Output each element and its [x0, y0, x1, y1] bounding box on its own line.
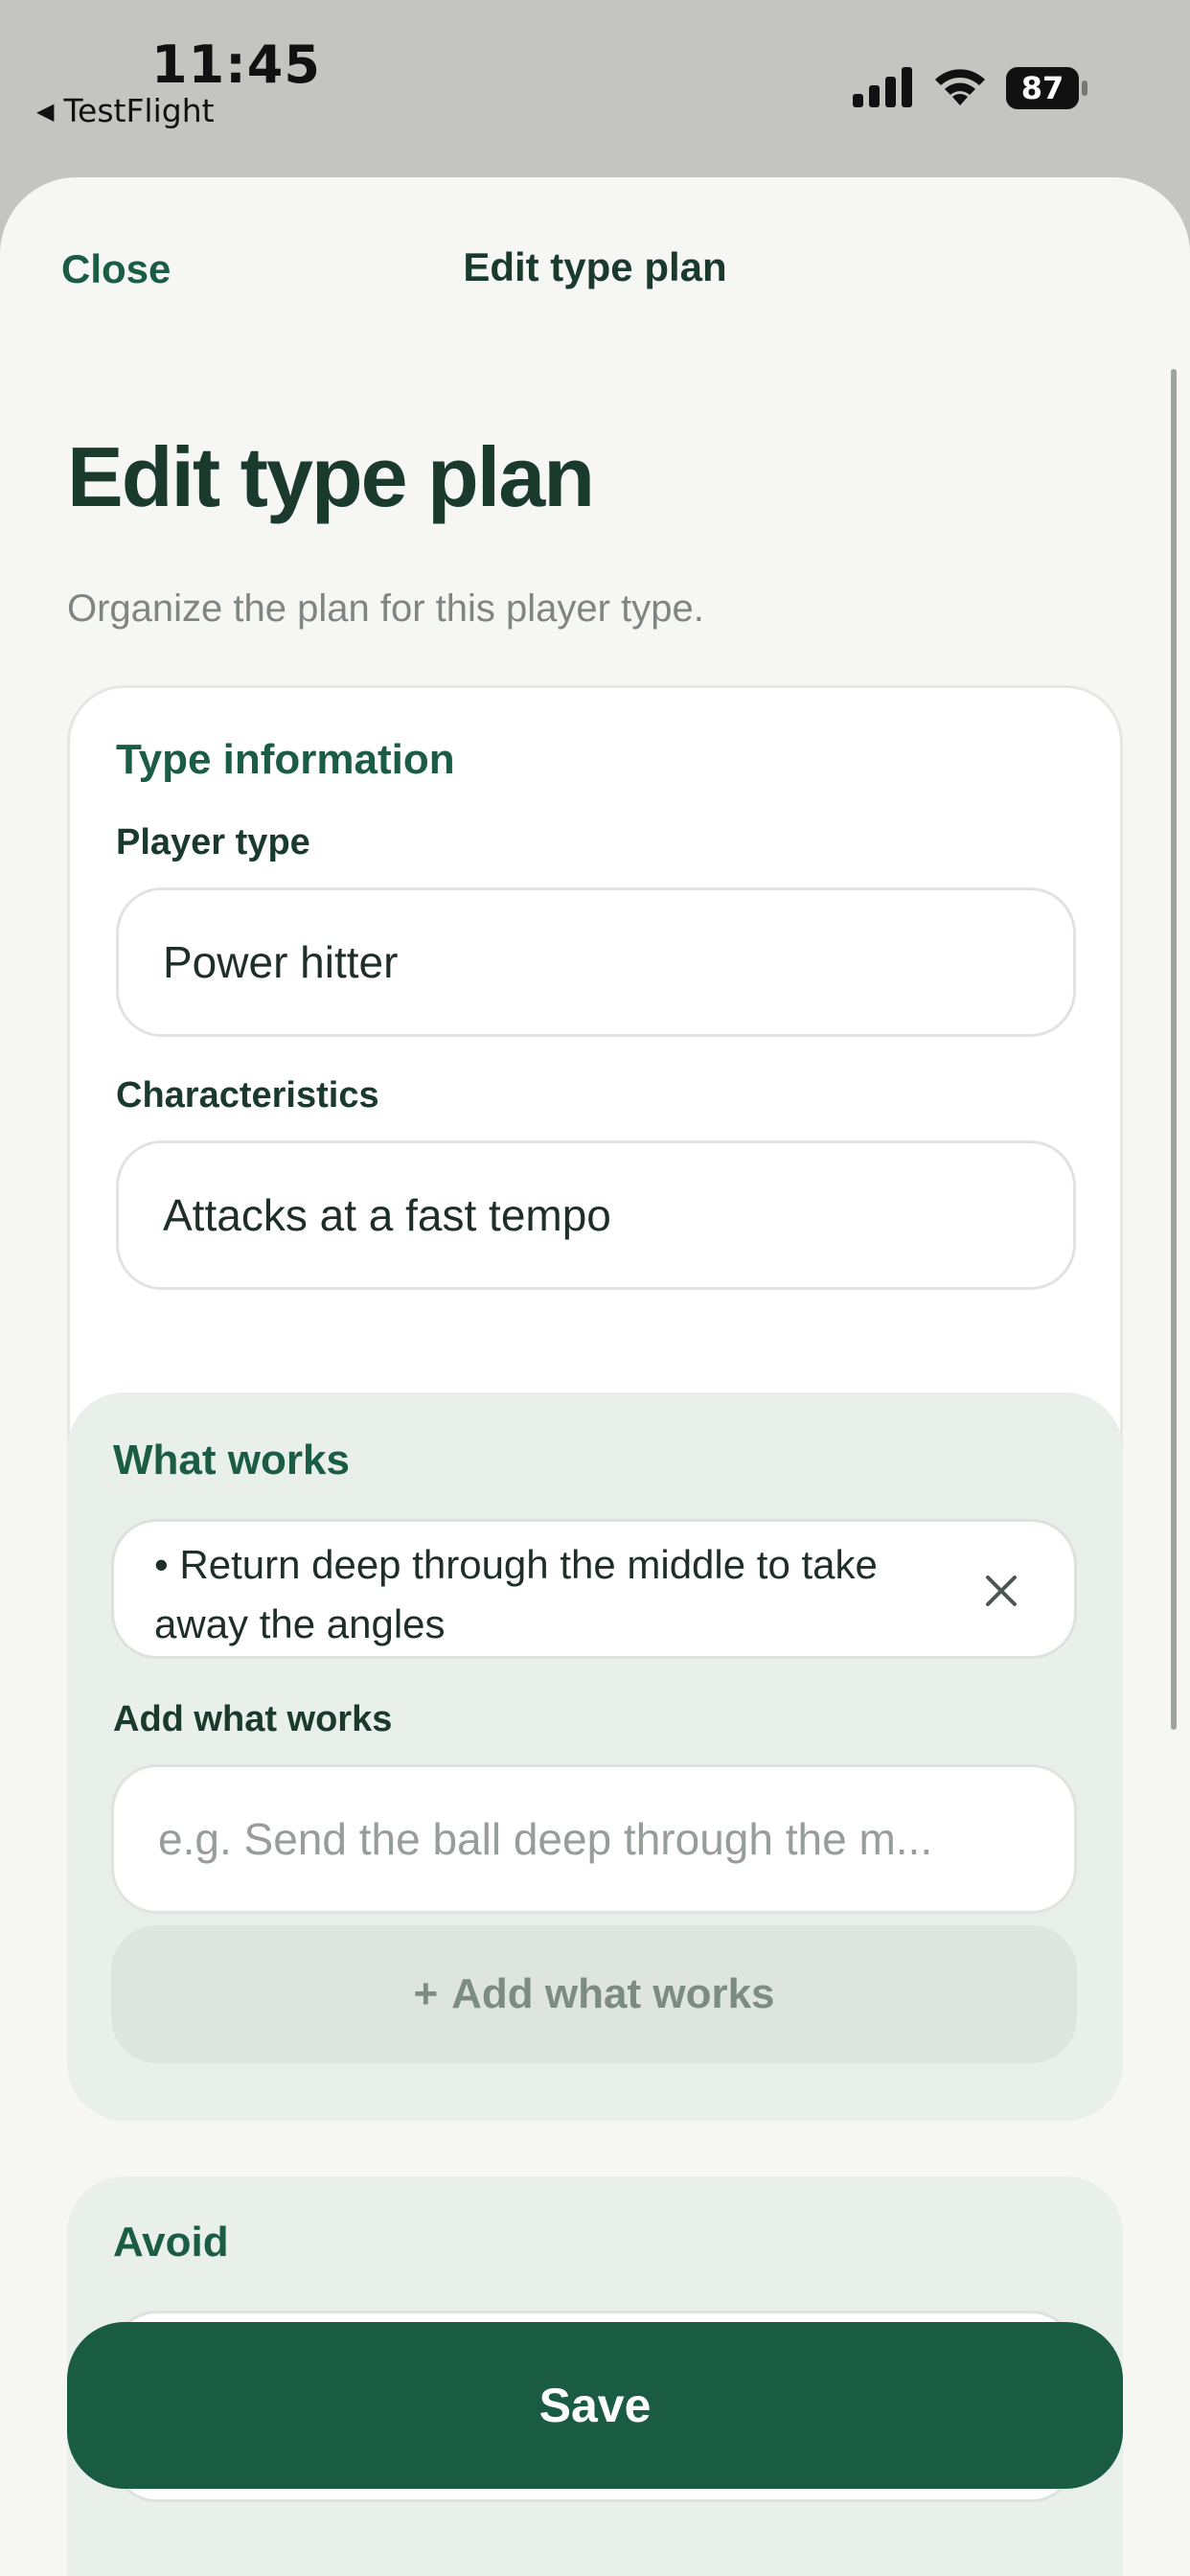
type-information-card: Type information Player type Power hitte…: [67, 685, 1123, 1515]
add-what-works-input[interactable]: [111, 1764, 1077, 1914]
cellular-signal-icon: [853, 67, 912, 107]
status-time: 11:45: [151, 34, 321, 95]
player-type-field[interactable]: Power hitter: [116, 887, 1076, 1037]
battery-percent: 87: [1020, 70, 1064, 106]
save-button[interactable]: Save: [67, 2322, 1123, 2489]
back-app-label: TestFlight: [63, 92, 215, 129]
characteristics-value: Attacks at a fast tempo: [163, 1190, 611, 1240]
remove-item-icon[interactable]: [982, 1572, 1020, 1610]
type-information-title: Type information: [116, 736, 455, 783]
list-item: • Return deep through the middle to take…: [111, 1519, 1077, 1659]
back-arrow-icon: ◀: [36, 97, 55, 125]
what-works-card: What works • Return deep through the mid…: [67, 1392, 1123, 2121]
what-works-title: What works: [113, 1437, 350, 1484]
add-what-works-button[interactable]: + Add what works: [111, 1925, 1077, 2063]
add-what-works-label: Add what works: [113, 1699, 393, 1739]
avoid-title: Avoid: [113, 2219, 229, 2266]
player-type-label: Player type: [116, 822, 310, 862]
edit-sheet: Close Edit type plan Edit type plan Orga…: [0, 177, 1190, 2576]
plus-icon: +: [413, 1970, 439, 2017]
add-what-works-button-label: Add what works: [451, 1970, 775, 2017]
battery-indicator: 87: [1006, 67, 1088, 109]
wifi-icon: [935, 69, 985, 105]
scroll-indicator[interactable]: [1171, 369, 1177, 1730]
add-what-works-text-input[interactable]: [158, 1813, 1030, 1865]
page-subtitle: Organize the plan for this player type.: [67, 587, 704, 630]
back-to-app-link[interactable]: ◀ TestFlight: [36, 92, 215, 129]
status-bar: 11:45 ◀ TestFlight 87: [0, 0, 1190, 177]
page-title: Edit type plan: [67, 429, 595, 524]
player-type-value: Power hitter: [163, 937, 399, 987]
characteristics-field[interactable]: Attacks at a fast tempo: [116, 1140, 1076, 1290]
what-works-item-text: • Return deep through the middle to take…: [154, 1542, 878, 1646]
characteristics-label: Characteristics: [116, 1075, 379, 1116]
nav-title: Edit type plan: [463, 244, 727, 289]
